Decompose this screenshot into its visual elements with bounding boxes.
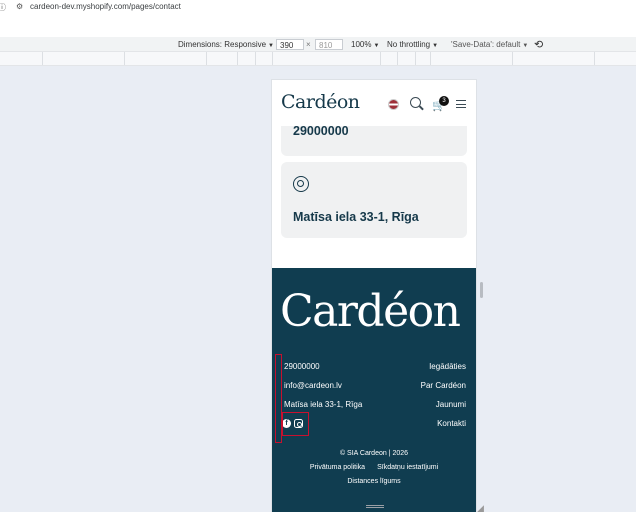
width-input[interactable]: 390 [276,39,304,50]
contact-card-address: Matīsa iela 33-1, Rīga [281,162,467,238]
chevron-down-icon: ▼ [432,43,439,49]
footer-phone[interactable]: 29000000 [284,362,320,371]
height-input[interactable]: 810 [315,39,343,50]
address-bar[interactable]: ⓘ ⚙ cardeon-dev.myshopify.com/pages/cont… [0,0,636,14]
save-data-dropdown[interactable]: 'Save-Data': default ▼ [451,40,528,49]
copyright: © SIA Cardeon | 2026 [339,450,409,457]
save-data-label: 'Save-Data': default [451,40,521,49]
throttling-dropdown[interactable]: No throttling ▼ [387,40,438,49]
throttling-label: No throttling [387,40,431,49]
ruler-mark[interactable] [206,52,207,65]
phone-value[interactable]: 29000000 [293,124,349,138]
site-header: Cardéon 🛒 3 [272,80,476,126]
footer-link-contacts[interactable]: Kontakti [437,419,466,428]
browser-blank-area [0,14,636,37]
ruler-mark[interactable] [272,52,273,65]
chevron-down-icon: ▼ [522,43,529,49]
legal-links-row: Privātuma politika Sīkdatņu iestatījumi [272,464,476,471]
distance-contract-link[interactable]: Distances līgums [272,478,476,485]
footer-email[interactable]: info@cardeon.lv [284,381,342,390]
latvia-flag-icon[interactable] [388,99,399,110]
url-text[interactable]: cardeon-dev.myshopify.com/pages/contact [30,2,181,11]
ruler-mark[interactable] [430,52,431,65]
footer-link-news[interactable]: Jaunumi [436,400,466,409]
ruler-mark[interactable] [380,52,381,65]
zoom-dropdown[interactable]: 100% ▼ [351,40,379,49]
ruler-mark[interactable] [255,52,256,65]
rotate-icon[interactable]: ⟲ [534,38,543,51]
tune-icon[interactable]: ⚙ [16,2,23,11]
device-toolbar: Dimensions: Responsive ▼ 390 × 810 100% ▼ … [0,37,636,52]
ruler-mark[interactable] [237,52,238,65]
ruler-mark[interactable] [42,52,43,65]
footer-link-about[interactable]: Par Cardéon [421,381,466,390]
privacy-policy-link[interactable]: Privātuma politika [310,464,365,471]
ruler-mark[interactable] [594,52,595,65]
corner-resize-icon[interactable]: ◢ [477,503,484,512]
site-logo[interactable]: Cardéon [281,91,360,113]
dimensions-label: Dimensions: Responsive [178,40,267,49]
site-footer: Cardéon 29000000 info@cardeon.lv Matīsa … [272,268,476,512]
highlight-outline [275,354,282,443]
location-pin-icon [293,176,309,192]
chevron-down-icon: ▼ [268,43,274,49]
times-sign: × [306,40,311,49]
cookie-settings-link[interactable]: Sīkdatņu iestatījumi [377,464,438,471]
dimensions-dropdown[interactable]: Dimensions: Responsive ▼ [178,40,274,49]
footer-link-shop[interactable]: Iegādāties [429,362,466,371]
cart-count-badge: 3 [439,96,449,106]
device-viewport: 29000000 Matīsa iela 33-1, Rīga Cardéon … [272,80,476,512]
site-info-icon[interactable]: ⓘ [0,2,6,13]
footer-address: Matīsa iela 33-1, Rīga [284,400,363,409]
footer-logo[interactable]: Cardéon [280,286,461,337]
search-icon[interactable] [410,97,421,108]
address-value: Matīsa iela 33-1, Rīga [293,210,419,224]
scrollbar-thumb[interactable] [480,282,483,298]
ruler-mark[interactable] [124,52,125,65]
media-query-ruler [0,52,636,66]
ruler-mark[interactable] [512,52,513,65]
chevron-down-icon: ▼ [373,43,380,49]
ruler-mark[interactable] [397,52,398,65]
ruler-mark[interactable] [415,52,416,65]
bottom-resize-handle[interactable] [366,505,384,508]
highlight-outline [282,412,309,436]
zoom-label: 100% [351,40,372,49]
hamburger-menu-icon[interactable] [456,100,466,108]
